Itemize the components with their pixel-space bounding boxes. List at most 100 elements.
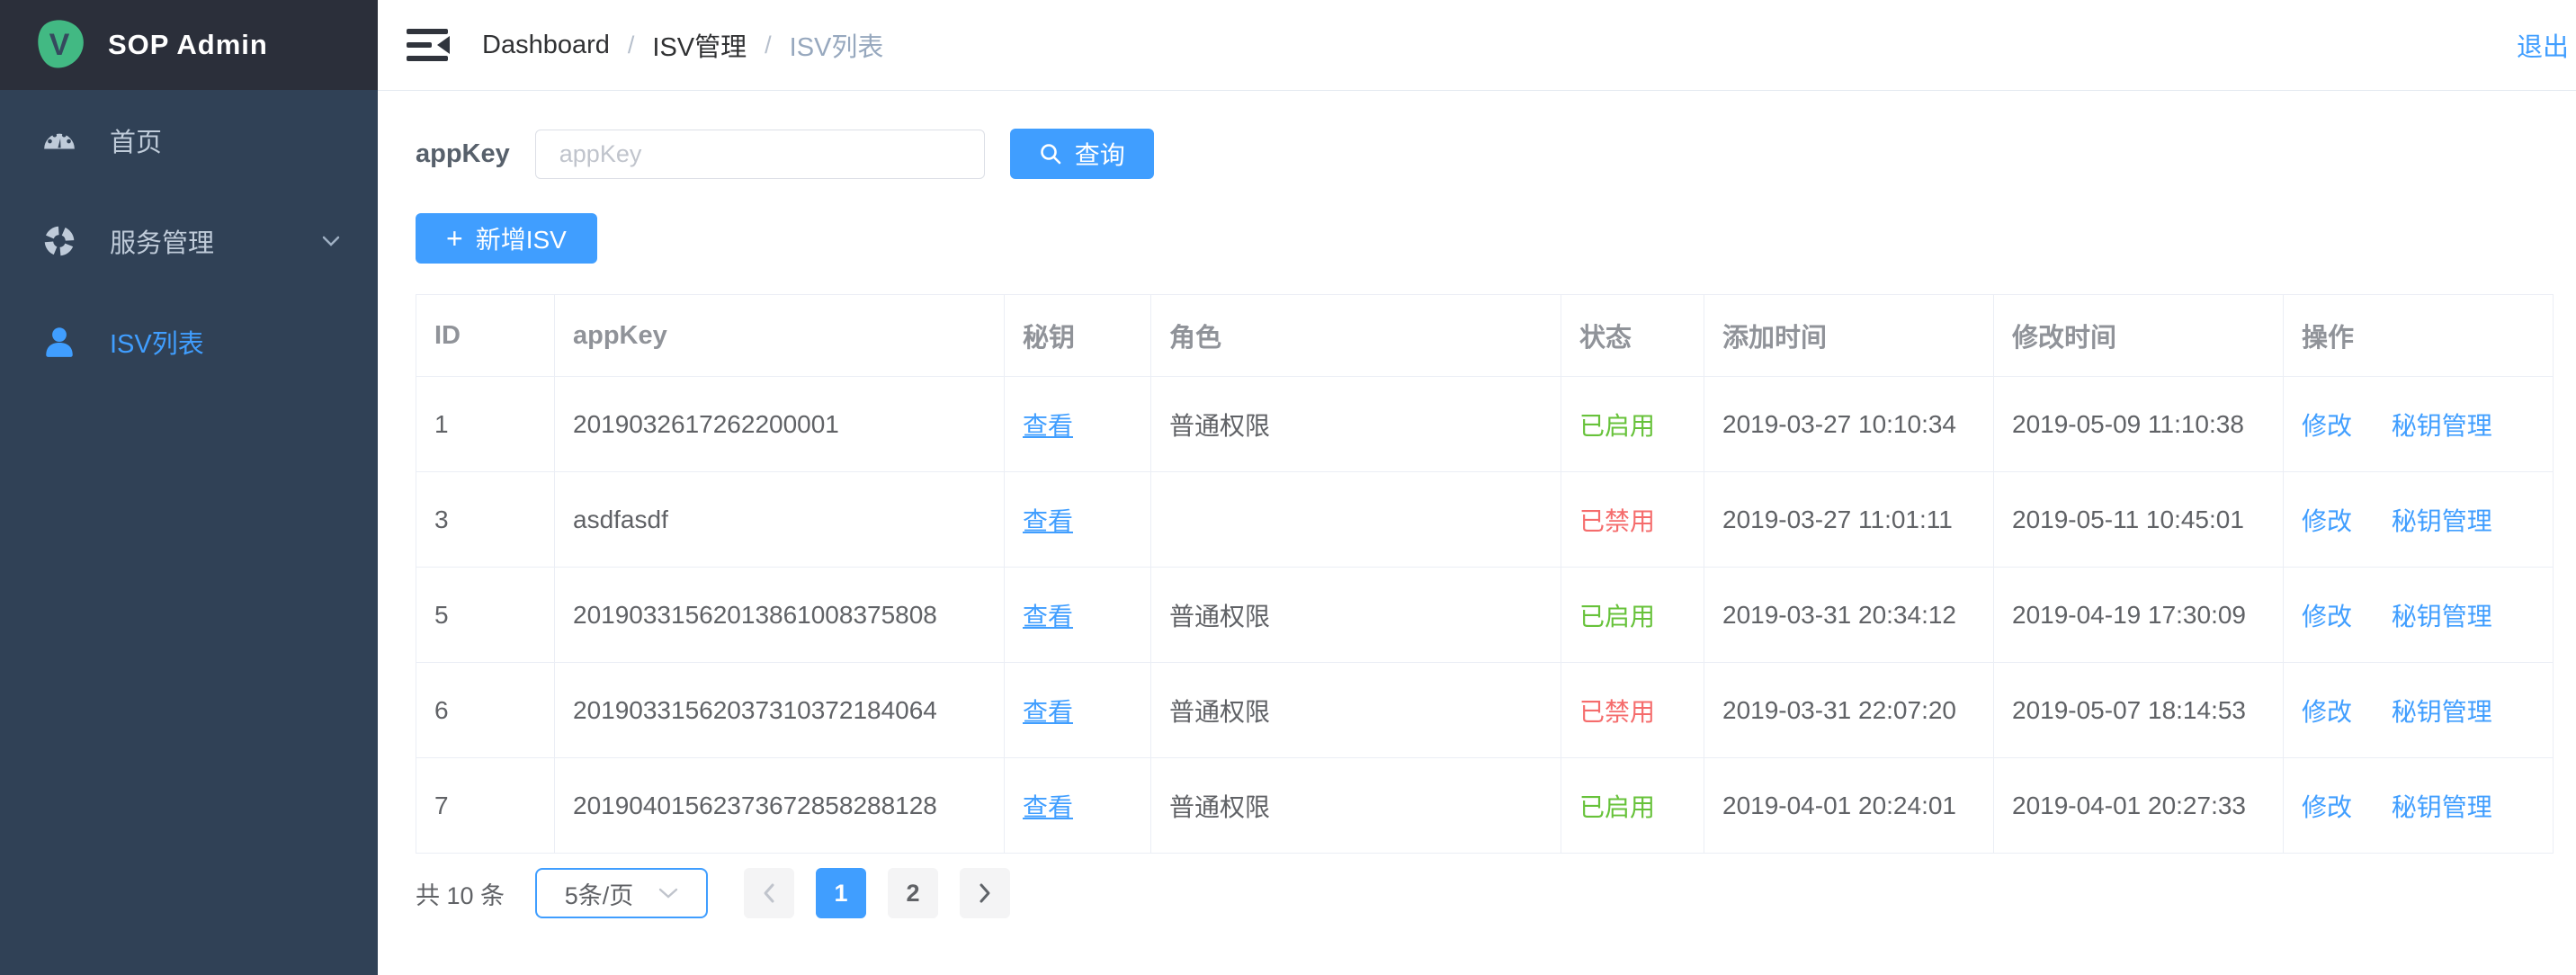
sidebar-item-isv-list[interactable]: ISV列表	[0, 291, 378, 392]
edit-link[interactable]: 修改	[2302, 698, 2352, 726]
sidebar-item-label: 服务管理	[110, 222, 214, 260]
edit-link[interactable]: 修改	[2302, 603, 2352, 631]
search-icon	[1039, 142, 1062, 165]
chevron-down-icon	[658, 887, 678, 899]
secret-manage-link[interactable]: 秘钥管理	[2392, 412, 2492, 440]
cell-mod-time: 2019-04-19 17:30:09	[2012, 601, 2246, 629]
app-title: SOP Admin	[108, 29, 268, 61]
table-row: 6 20190331562037310372184064 查看 普通权限 已禁用…	[416, 663, 2554, 758]
service-donut-icon	[41, 223, 77, 259]
column-header-appkey: appKey	[555, 295, 1005, 377]
column-header-role: 角色	[1151, 295, 1561, 377]
prev-page-button[interactable]	[744, 868, 794, 918]
cell-add-time: 2019-03-31 22:07:20	[1722, 696, 1956, 724]
table-row: 1 2019032617262200001 查看 普通权限 已启用 2019-0…	[416, 377, 2554, 472]
plus-icon: +	[446, 224, 463, 253]
cell-appkey: asdfasdf	[573, 505, 668, 533]
main-area: Dashboard / ISV管理 / ISV列表 退出 appKey	[378, 0, 2576, 975]
secret-manage-link[interactable]: 秘钥管理	[2392, 603, 2492, 631]
cell-appkey: 20190401562373672858288128	[573, 792, 937, 819]
column-header-actions: 操作	[2284, 295, 2554, 377]
breadcrumb-separator: /	[628, 31, 635, 59]
sidebar-menu: 首页 服务管理	[0, 90, 378, 392]
next-page-button[interactable]	[960, 868, 1010, 918]
pagination-total: 共 10 条	[416, 876, 505, 911]
cell-appkey: 20190331562037310372184064	[573, 696, 937, 724]
view-secret-link[interactable]: 查看	[1023, 412, 1073, 440]
status-badge: 已禁用	[1579, 698, 1655, 726]
cell-mod-time: 2019-05-09 11:10:38	[2012, 410, 2244, 438]
table-row: 5 20190331562013861008375808 查看 普通权限 已启用…	[416, 568, 2554, 663]
table-row: 7 20190401562373672858288128 查看 普通权限 已启用…	[416, 758, 2554, 854]
cell-add-time: 2019-03-27 11:01:11	[1722, 505, 1953, 533]
breadcrumb-separator: /	[765, 31, 772, 59]
cell-appkey: 2019032617262200001	[573, 410, 839, 438]
search-toolbar: appKey 查询	[416, 129, 2576, 179]
secret-manage-link[interactable]: 秘钥管理	[2392, 793, 2492, 821]
edit-link[interactable]: 修改	[2302, 412, 2352, 440]
view-secret-link[interactable]: 查看	[1023, 793, 1073, 821]
sidebar-item-home[interactable]: 首页	[0, 90, 378, 191]
edit-link[interactable]: 修改	[2302, 507, 2352, 535]
table-row: 3 asdfasdf 查看 已禁用 2019-03-27 11:01:11 20…	[416, 472, 2554, 568]
search-label: appKey	[416, 139, 510, 169]
appkey-search-input[interactable]	[535, 130, 985, 179]
cell-id: 3	[434, 505, 449, 533]
page-button-2[interactable]: 2	[888, 868, 938, 918]
cell-mod-time: 2019-05-07 18:14:53	[2012, 696, 2246, 724]
view-secret-link[interactable]: 查看	[1023, 603, 1073, 631]
breadcrumb-item-dashboard[interactable]: Dashboard	[482, 31, 610, 60]
edit-link[interactable]: 修改	[2302, 793, 2352, 821]
cell-add-time: 2019-03-27 10:10:34	[1722, 410, 1956, 438]
view-secret-link[interactable]: 查看	[1023, 698, 1073, 726]
cell-id: 7	[434, 792, 449, 819]
column-header-id: ID	[416, 295, 555, 377]
query-button[interactable]: 查询	[1010, 129, 1154, 179]
sidebar-collapse-icon[interactable]	[407, 27, 452, 63]
breadcrumb-item-isv-mgmt[interactable]: ISV管理	[652, 26, 747, 64]
status-badge: 已禁用	[1579, 507, 1655, 535]
app-logo-icon: V	[32, 18, 86, 72]
status-badge: 已启用	[1579, 793, 1655, 821]
cell-role: 普通权限	[1169, 603, 1270, 631]
status-badge: 已启用	[1579, 412, 1655, 440]
cell-role: 普通权限	[1169, 793, 1270, 821]
add-isv-button[interactable]: + 新增ISV	[416, 213, 597, 264]
add-isv-button-label: 新增ISV	[476, 220, 567, 256]
secret-manage-link[interactable]: 秘钥管理	[2392, 698, 2492, 726]
column-header-modtime: 修改时间	[1994, 295, 2284, 377]
isv-table: ID appKey 秘钥 角色 状态 添加时间 修改时间 操作 1 201903…	[416, 294, 2554, 854]
breadcrumb: Dashboard / ISV管理 / ISV列表	[482, 26, 883, 64]
cell-mod-time: 2019-04-01 20:27:33	[2012, 792, 2246, 819]
page-size-value: 5条/页	[565, 876, 634, 911]
cell-add-time: 2019-03-31 20:34:12	[1722, 601, 1956, 629]
cell-role: 普通权限	[1169, 412, 1270, 440]
view-secret-link[interactable]: 查看	[1023, 507, 1073, 535]
column-header-secret: 秘钥	[1005, 295, 1151, 377]
column-header-status: 状态	[1561, 295, 1704, 377]
pager: 1 2	[744, 868, 1032, 918]
topbar: Dashboard / ISV管理 / ISV列表 退出	[378, 0, 2576, 91]
cell-add-time: 2019-04-01 20:24:01	[1722, 792, 1956, 819]
page-content: appKey 查询 + 新增ISV	[378, 91, 2576, 918]
status-badge: 已启用	[1579, 603, 1655, 631]
secret-manage-link[interactable]: 秘钥管理	[2392, 507, 2492, 535]
cell-role: 普通权限	[1169, 698, 1270, 726]
logo-letter: V	[32, 18, 86, 72]
breadcrumb-item-isv-list: ISV列表	[790, 26, 884, 64]
chevron-down-icon	[322, 235, 340, 247]
cell-id: 1	[434, 410, 449, 438]
page-size-select[interactable]: 5条/页	[535, 868, 708, 918]
page-button-1[interactable]: 1	[816, 868, 866, 918]
logout-link[interactable]: 退出	[2517, 26, 2569, 64]
column-header-addtime: 添加时间	[1704, 295, 1994, 377]
query-button-label: 查询	[1075, 136, 1125, 172]
sidebar: V SOP Admin 首页	[0, 0, 378, 975]
cell-appkey: 20190331562013861008375808	[573, 601, 937, 629]
logo-bar: V SOP Admin	[0, 0, 378, 90]
cell-mod-time: 2019-05-11 10:45:01	[2012, 505, 2244, 533]
app-root: V SOP Admin 首页	[0, 0, 2576, 975]
table-header-row: ID appKey 秘钥 角色 状态 添加时间 修改时间 操作	[416, 295, 2554, 377]
sidebar-item-label: 首页	[110, 121, 162, 159]
sidebar-item-service-mgmt[interactable]: 服务管理	[0, 191, 378, 291]
